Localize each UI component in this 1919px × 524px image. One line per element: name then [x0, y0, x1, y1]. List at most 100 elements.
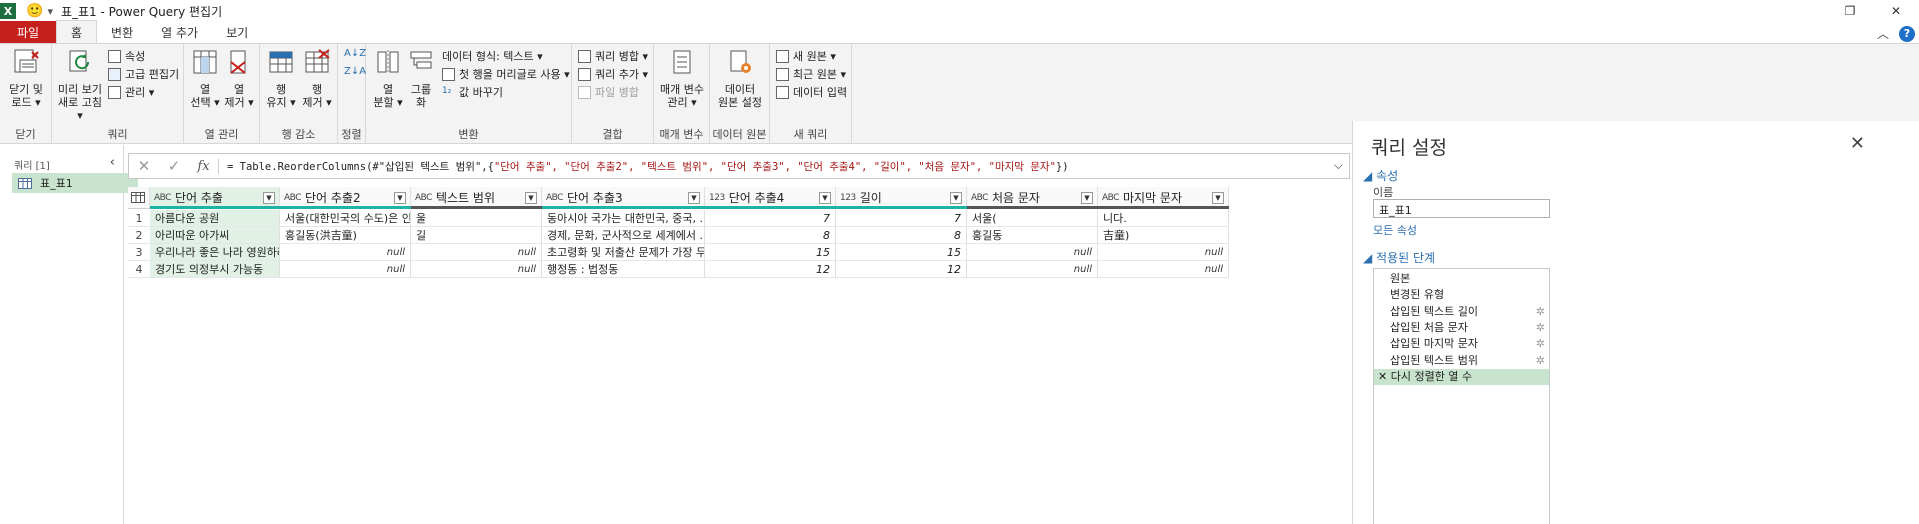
tab-file[interactable]: 파일	[0, 21, 56, 43]
remove-rows-button[interactable]: 행 제거 ▾	[300, 48, 334, 109]
tab-view[interactable]: 보기	[212, 21, 262, 43]
column-filter-dropdown-icon[interactable]: ▼	[1212, 192, 1224, 204]
column-filter-dropdown-icon[interactable]: ▼	[1081, 192, 1093, 204]
table-menu-icon[interactable]	[128, 187, 150, 209]
column-filter-dropdown-icon[interactable]: ▼	[263, 192, 275, 204]
expand-formula-icon[interactable]: ⌵	[1334, 158, 1343, 173]
append-queries-button[interactable]: 쿼리 추가 ▾	[578, 66, 648, 82]
table-cell[interactable]: 아름다운 공원	[150, 210, 280, 227]
data-source-settings-button[interactable]: 데이터 원본 설정	[712, 48, 768, 109]
table-cell[interactable]: 길	[411, 227, 542, 244]
table-cell[interactable]: 12	[836, 261, 967, 278]
merge-queries-button[interactable]: 쿼리 병합 ▾	[578, 48, 648, 64]
table-cell[interactable]: 吉童)	[1098, 227, 1229, 244]
table-cell[interactable]: 경기도 의정부시 가능동	[150, 261, 280, 278]
manage-button[interactable]: 관리 ▾	[108, 84, 154, 100]
applied-step[interactable]: 원본	[1374, 271, 1549, 287]
number-type-icon[interactable]: 123	[709, 193, 725, 203]
close-settings-icon[interactable]: ✕	[1850, 133, 1865, 154]
text-type-icon[interactable]: ABC	[546, 193, 563, 203]
table-cell[interactable]: 12	[705, 261, 836, 278]
refresh-preview-button[interactable]: 미리 보기 새로 고침 ▾	[54, 48, 106, 122]
column-filter-dropdown-icon[interactable]: ▼	[688, 192, 700, 204]
table-cell[interactable]: 아리따운 아가씨	[150, 227, 280, 244]
applied-step[interactable]: ✕ 다시 정렬한 열 수	[1374, 368, 1549, 385]
new-source-button[interactable]: 새 원본 ▾	[776, 48, 836, 64]
table-cell[interactable]: 서울(대한민국의 수도)은 인...	[280, 210, 411, 227]
data-type-dropdown[interactable]: 데이터 형식: 텍스트 ▾	[442, 48, 543, 64]
manage-parameters-button[interactable]: 매개 변수 관리 ▾	[656, 48, 708, 109]
applied-step[interactable]: 변경된 유형	[1374, 287, 1549, 303]
table-cell[interactable]: 7	[705, 210, 836, 227]
row-number[interactable]: 3	[128, 244, 150, 261]
table-cell[interactable]: 7	[836, 210, 967, 227]
text-type-icon[interactable]: ABC	[1102, 193, 1119, 203]
table-cell[interactable]: null	[411, 244, 542, 261]
table-cell[interactable]: null	[411, 261, 542, 278]
use-first-row-headers-button[interactable]: 첫 행을 머리글로 사용 ▾	[442, 66, 570, 82]
row-number[interactable]: 4	[128, 261, 150, 278]
number-type-icon[interactable]: 123	[840, 193, 856, 203]
table-cell[interactable]: 홍길동	[967, 227, 1098, 244]
table-cell[interactable]: 동아시아 국가는 대한민국, 중국, ...	[542, 210, 705, 227]
help-icon[interactable]: ?	[1899, 25, 1915, 42]
table-cell[interactable]: 경제, 문화, 군사적으로 세계에서 ...	[542, 227, 705, 244]
remove-columns-button[interactable]: 열 제거 ▾	[222, 48, 256, 109]
table-cell[interactable]: null	[280, 261, 411, 278]
confirm-formula-icon[interactable]: ✓	[159, 157, 189, 175]
split-column-button[interactable]: 열 분할 ▾	[370, 48, 406, 109]
step-settings-gear-icon[interactable]: ✲	[1536, 320, 1545, 336]
column-header[interactable]: ABC 단어 추출2 ▼	[280, 187, 411, 209]
table-cell[interactable]: 행정동 : 법정동	[542, 261, 705, 278]
cancel-formula-icon[interactable]: ✕	[129, 157, 159, 175]
sort-ascending-icon[interactable]: A↓Z	[344, 48, 366, 59]
column-header[interactable]: ABC 단어 추출 ▼	[150, 187, 280, 209]
column-header[interactable]: 123 단어 추출4 ▼	[705, 187, 836, 209]
column-header[interactable]: ABC 텍스트 범위 ▼	[411, 187, 542, 209]
enter-data-button[interactable]: 데이터 입력	[776, 84, 847, 100]
quick-access-dropdown-icon[interactable]: ▾	[47, 5, 53, 18]
column-header[interactable]: ABC 마지막 문자 ▼	[1098, 187, 1229, 209]
applied-step[interactable]: 삽입된 처음 문자 ✲	[1374, 320, 1549, 336]
query-item[interactable]: 표_표1	[12, 173, 138, 193]
step-settings-gear-icon[interactable]: ✲	[1536, 353, 1545, 369]
all-properties-link[interactable]: 모든 속성	[1373, 222, 1417, 238]
fx-icon[interactable]: fx	[189, 158, 219, 174]
collapse-queries-icon[interactable]: ‹	[110, 155, 115, 170]
text-type-icon[interactable]: ABC	[971, 193, 988, 203]
tab-add-column[interactable]: 열 추가	[147, 21, 212, 43]
text-type-icon[interactable]: ABC	[284, 193, 301, 203]
sort-descending-icon[interactable]: Z↓A	[344, 66, 366, 77]
column-filter-dropdown-icon[interactable]: ▼	[525, 192, 537, 204]
column-filter-dropdown-icon[interactable]: ▼	[394, 192, 406, 204]
column-header[interactable]: ABC 처음 문자 ▼	[967, 187, 1098, 209]
table-cell[interactable]: null	[967, 261, 1098, 278]
table-cell[interactable]: 15	[705, 244, 836, 261]
step-settings-gear-icon[interactable]: ✲	[1536, 304, 1545, 320]
table-cell[interactable]: 15	[836, 244, 967, 261]
tab-home[interactable]: 홈	[56, 20, 98, 43]
table-cell[interactable]: null	[1098, 244, 1229, 261]
table-cell[interactable]: 8	[705, 227, 836, 244]
group-by-button[interactable]: 그룹화	[406, 48, 436, 109]
close-window-button[interactable]: ✕	[1873, 0, 1919, 22]
smiley-feedback-icon[interactable]: 🙂	[26, 3, 43, 19]
column-filter-dropdown-icon[interactable]: ▼	[819, 192, 831, 204]
table-cell[interactable]: 니다.	[1098, 210, 1229, 227]
table-cell[interactable]: 우리나라 좋은 나라 영원하라	[150, 244, 280, 261]
column-filter-dropdown-icon[interactable]: ▼	[950, 192, 962, 204]
query-name-input[interactable]: 표_표1	[1373, 199, 1550, 218]
properties-button[interactable]: 속성	[108, 48, 145, 64]
combine-files-button[interactable]: 파일 병합	[578, 84, 639, 100]
applied-step[interactable]: 삽입된 텍스트 길이 ✲	[1374, 304, 1549, 320]
properties-section[interactable]: ◢ 속성	[1363, 167, 1398, 184]
column-header[interactable]: ABC 단어 추출3 ▼	[542, 187, 705, 209]
advanced-editor-button[interactable]: 고급 편집기	[108, 66, 179, 82]
text-type-icon[interactable]: ABC	[415, 193, 432, 203]
keep-rows-button[interactable]: 행 유지 ▾	[264, 48, 298, 109]
table-cell[interactable]: 초고령화 및 저출산 문제가 가장 두...	[542, 244, 705, 261]
replace-values-button[interactable]: 1₂ 값 바꾸기	[442, 84, 503, 100]
recent-sources-button[interactable]: 최근 원본 ▾	[776, 66, 846, 82]
applied-step[interactable]: 삽입된 마지막 문자 ✲	[1374, 336, 1549, 352]
restore-button[interactable]: ❐	[1827, 0, 1873, 22]
